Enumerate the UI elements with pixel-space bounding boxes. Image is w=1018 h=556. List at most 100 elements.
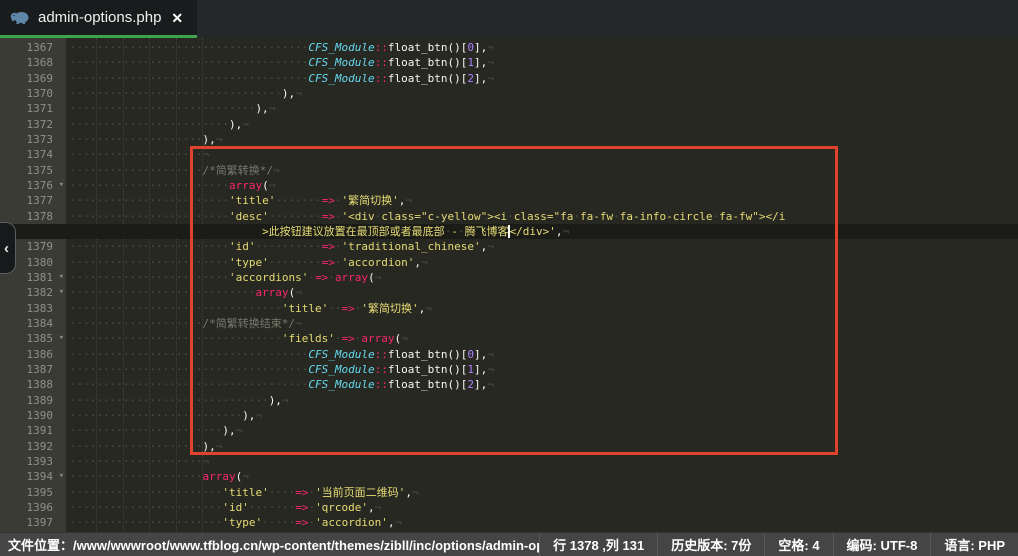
line-number[interactable]: 1372 [0,117,66,132]
line-number[interactable]: 1397 [0,515,66,530]
line-number[interactable]: 1390 [0,408,66,423]
close-icon[interactable]: ✕ [171,11,183,25]
code-text: ························'id'··········=>… [66,240,494,253]
code-line[interactable]: 1390··························),¬ [0,408,1018,423]
encoding-setting-button[interactable]: 编码: UTF-8 [833,533,931,556]
line-number[interactable]: 1376▾ [0,178,66,193]
code-rows: 1367····································… [0,40,1018,531]
line-number[interactable]: 1385▾ [0,331,66,346]
line-number[interactable]: 1373 [0,132,66,147]
fold-arrow-icon[interactable]: ▾ [59,285,64,300]
line-number[interactable]: 1394▾ [0,469,66,484]
code-text: ····································CFS_… [66,56,494,69]
code-line[interactable]: 1387····································… [0,362,1018,377]
code-line[interactable]: 1395·······················'title'····=>… [0,485,1018,500]
chevron-left-icon: ‹ [4,241,9,256]
line-number[interactable]: 1387 [0,362,66,377]
php-elephant-icon [10,10,30,25]
line-number[interactable]: 1374 [0,147,66,162]
code-line[interactable]: 1393····················¬ [0,454,1018,469]
code-text: ·······················'id'·······=>·'qr… [66,501,381,514]
code-line[interactable]: 1379························'id'········… [0,239,1018,254]
fold-arrow-icon[interactable]: ▾ [59,469,64,484]
code-line[interactable]: 1382▾····························array(¬ [0,285,1018,300]
fold-arrow-icon[interactable]: ▾ [59,270,64,285]
code-line[interactable]: 1391·······················),¬ [0,423,1018,438]
line-number[interactable]: 1367 [0,40,66,55]
tab-bar: admin-options.php ✕ [0,0,1018,38]
code-line[interactable]: 1375····················/*简繁转换*/¬ [0,163,1018,178]
fold-arrow-icon[interactable]: ▾ [59,178,64,193]
code-line[interactable]: 1370································),¬ [0,86,1018,101]
code-line[interactable]: 1374····················¬ [0,147,1018,162]
line-number[interactable]: 1383 [0,301,66,316]
code-text: ··························),¬ [66,409,262,422]
code-line[interactable]: 1380························'type'······… [0,255,1018,270]
code-line[interactable]: 1376▾························array(¬ [0,178,1018,193]
code-line[interactable]: 1386····································… [0,347,1018,362]
line-number[interactable]: 1370 [0,86,66,101]
line-number[interactable]: 1395 [0,485,66,500]
code-line[interactable]: 1384····················/*简繁转换结束*/¬ [0,316,1018,331]
line-number[interactable]: 1378 [0,209,66,224]
code-editor[interactable]: 1367····································… [0,38,1018,532]
code-line[interactable]: 1385▾································'fi… [0,331,1018,346]
code-text: ························'accordions'·=>·… [66,271,381,284]
file-location-label: 文件位置： [8,538,73,553]
code-text: ····································CFS_… [66,72,494,85]
line-number[interactable]: 1386 [0,347,66,362]
code-line[interactable]: 1394▾····················array(¬ [0,469,1018,484]
code-line[interactable]: >此按钮建议放置在最顶部或者最底部·-·腾飞博客</div>',¬ [0,224,1018,239]
line-number[interactable]: 1375 [0,163,66,178]
history-versions-button[interactable]: 历史版本: 7份 [657,533,764,556]
code-line[interactable]: 1372························),¬ [0,117,1018,132]
code-text: ····················/*简繁转换结束*/¬ [66,317,302,330]
code-line[interactable]: 1388····································… [0,377,1018,392]
line-number[interactable]: 1382▾ [0,285,66,300]
line-number[interactable]: 1392 [0,439,66,454]
code-line[interactable]: 1373····················),¬ [0,132,1018,147]
fold-arrow-icon[interactable]: ▾ [59,331,64,346]
code-text: ····················¬ [66,148,209,161]
code-line[interactable]: 1397·······················'type'·····=>… [0,515,1018,530]
line-number[interactable]: 1384 [0,316,66,331]
line-number[interactable]: 1396 [0,500,66,515]
code-text: ·······················'title'····=>·'当前… [66,486,419,499]
code-line[interactable]: 1367····································… [0,40,1018,55]
code-text: ····································CFS_… [66,363,494,376]
code-text: ························),¬ [66,118,249,131]
code-line[interactable]: 1368····································… [0,55,1018,70]
code-text: ································),¬ [66,87,302,100]
file-path: /www/wwwroot/www.tfblog.cn/wp-content/th… [73,538,539,553]
code-line[interactable]: 1369····································… [0,71,1018,86]
line-number[interactable]: 1369 [0,71,66,86]
line-number[interactable]: 1371 [0,101,66,116]
code-text: ·······················'type'·····=>·'ac… [66,516,401,529]
code-line[interactable]: 1396·······················'id'·······=>… [0,500,1018,515]
spaces-setting-button[interactable]: 空格: 4 [764,533,832,556]
tab-title: admin-options.php [38,9,161,26]
language-setting-button[interactable]: 语言: PHP [930,533,1018,556]
file-location: 文件位置：/www/wwwroot/www.tfblog.cn/wp-conte… [0,535,539,554]
line-number[interactable]: 1389 [0,393,66,408]
line-number[interactable]: 1391 [0,423,66,438]
code-text: ································'fields'… [66,332,408,345]
line-number[interactable]: 1368 [0,55,66,70]
line-number[interactable]: 1388 [0,377,66,392]
line-number[interactable]: 1377 [0,193,66,208]
status-bar: 文件位置：/www/wwwroot/www.tfblog.cn/wp-conte… [0,532,1018,556]
line-number[interactable]: 1393 [0,454,66,469]
code-text: ························'desc'········=>… [66,210,785,223]
code-line[interactable]: 1389······························),¬ [0,393,1018,408]
code-text: ····················array(¬ [66,470,249,483]
sidebar-toggle-handle[interactable]: ‹ [0,222,16,274]
code-line[interactable]: 1378························'desc'······… [0,209,1018,224]
code-line[interactable]: 1371····························),¬ [0,101,1018,116]
code-line[interactable]: 1392····················),¬ [0,439,1018,454]
code-line[interactable]: 1381▾························'accordions… [0,270,1018,285]
tab-admin-options[interactable]: admin-options.php ✕ [0,0,197,35]
code-line[interactable]: 1383································'tit… [0,301,1018,316]
code-text: ····················),¬ [66,133,222,146]
code-line[interactable]: 1377························'title'·····… [0,193,1018,208]
code-text: ·······················),¬ [66,424,242,437]
